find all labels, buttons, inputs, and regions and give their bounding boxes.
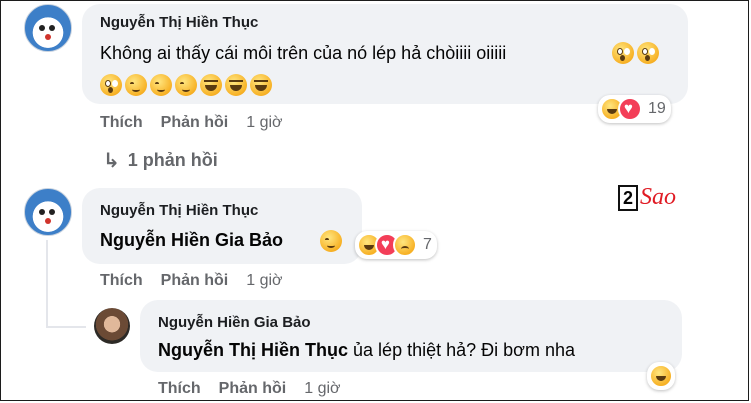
- comment-bubble: Nguyễn Thị Hiền Thục Nguyễn Hiền Gia Bảo: [82, 188, 362, 264]
- view-replies-link[interactable]: ↳ 1 phản hồi: [103, 148, 218, 173]
- comment-actions: Thích Phản hồi 1 giờ: [100, 272, 283, 290]
- mention-link[interactable]: Nguyễn Hiền Gia Bảo: [100, 230, 283, 250]
- like-link[interactable]: Thích: [158, 380, 201, 398]
- shocked-emoji-icon: [612, 42, 634, 64]
- love-reaction-icon: [618, 97, 642, 121]
- shocked-emoji-icon: [100, 74, 122, 96]
- reply-author[interactable]: Nguyễn Hiền Gia Bảo: [158, 314, 311, 331]
- comment-actions: Thích Phản hồi 1 giờ: [100, 114, 283, 132]
- reaction-summary[interactable]: 19: [598, 95, 671, 123]
- thread-connector: [46, 326, 86, 328]
- mention-link[interactable]: Nguyễn Thị Hiền Thục: [158, 340, 348, 360]
- thread-line: [46, 240, 48, 328]
- emoji-group: [100, 74, 272, 96]
- reply-link[interactable]: Phản hồi: [161, 272, 229, 290]
- reply-arrow-icon: ↳: [103, 150, 120, 172]
- like-link[interactable]: Thích: [100, 114, 143, 132]
- reply-link[interactable]: Phản hồi: [161, 114, 229, 132]
- watermark-number: 2: [618, 184, 639, 211]
- comment-time[interactable]: 1 giờ: [246, 272, 282, 290]
- comment-text: Nguyễn Hiền Gia Bảo: [100, 230, 283, 251]
- reaction-count: 7: [423, 236, 432, 253]
- emoji-group: [612, 42, 659, 64]
- reply-bubble: Nguyễn Hiền Gia Bảo Nguyễn Thị Hiền Thục…: [140, 300, 682, 372]
- sad-reaction-icon: [393, 233, 417, 257]
- watermark-text: Sao: [640, 184, 677, 210]
- blush-emoji-icon: [175, 74, 197, 96]
- reply-time[interactable]: 1 giờ: [304, 380, 340, 398]
- reply-link[interactable]: Phản hồi: [219, 380, 287, 398]
- comment-author[interactable]: Nguyễn Thị Hiền Thục: [100, 202, 258, 219]
- comment-bubble: Nguyễn Thị Hiền Thục Không ai thấy cái m…: [82, 4, 688, 104]
- emoji-group: [320, 230, 342, 252]
- avatar[interactable]: [24, 4, 72, 52]
- watermark-logo: 2 Sao: [618, 184, 676, 211]
- comment-text: Không ai thấy cái môi trên của nó lép hả…: [100, 43, 507, 63]
- shocked-emoji-icon: [637, 42, 659, 64]
- comment-time[interactable]: 1 giờ: [246, 114, 282, 132]
- reply-actions: Thích Phản hồi 1 giờ: [158, 380, 341, 398]
- laughing-emoji-icon: [200, 74, 222, 96]
- like-link[interactable]: Thích: [100, 272, 143, 290]
- reply-body: ủa lép thiệt hả? Đi bơm nha: [353, 340, 575, 360]
- haha-reaction-icon: [649, 364, 673, 388]
- avatar[interactable]: [24, 188, 72, 236]
- laughing-emoji-icon: [225, 74, 247, 96]
- laughing-emoji-icon: [250, 74, 272, 96]
- reaction-count: 19: [648, 100, 666, 117]
- blush-emoji-icon: [125, 74, 147, 96]
- avatar[interactable]: [94, 308, 130, 344]
- reaction-summary[interactable]: 7: [355, 231, 437, 259]
- replies-count-label: 1 phản hồi: [127, 150, 218, 170]
- reaction-summary[interactable]: [647, 362, 675, 390]
- blush-emoji-icon: [320, 230, 342, 252]
- comment-author[interactable]: Nguyễn Thị Hiền Thục: [100, 14, 258, 31]
- reply-text: Nguyễn Thị Hiền Thục ủa lép thiệt hả? Đi…: [158, 340, 575, 361]
- blush-emoji-icon: [150, 74, 172, 96]
